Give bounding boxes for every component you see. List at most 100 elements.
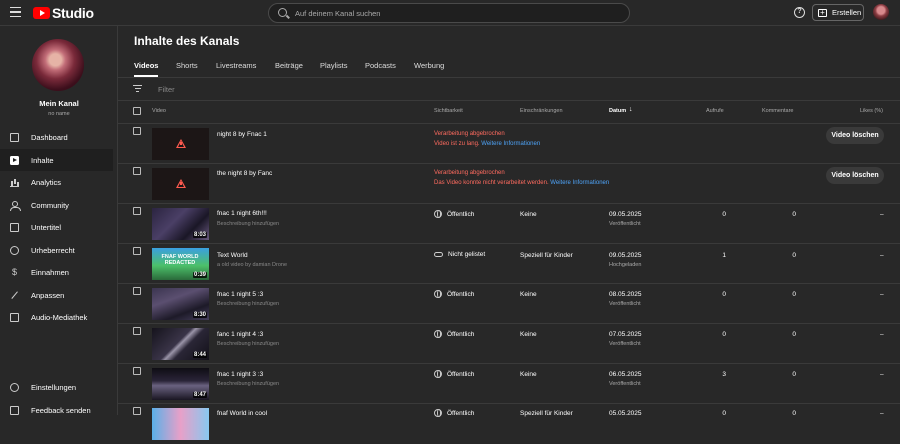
more-info-link[interactable]: Weitere Informationen <box>550 180 609 186</box>
menu-icon[interactable] <box>10 7 21 18</box>
video-title[interactable]: night 8 by Fnac 1 <box>217 131 267 138</box>
tab-podcasts[interactable]: Podcasts <box>365 61 396 70</box>
column-visibility[interactable]: Sichtbarkeit <box>434 108 463 114</box>
visibility-value[interactable]: Öffentlich <box>434 409 474 417</box>
sidebar-item-label: Urheberrecht <box>31 245 75 255</box>
visibility-label: Nicht gelistet <box>448 251 486 258</box>
video-title[interactable]: fnac 1 night 3 :3 <box>217 371 263 378</box>
date-value: 06.05.2025 <box>609 371 642 378</box>
content-icon <box>10 155 19 165</box>
sidebar-item-label: Anpassen <box>31 290 65 300</box>
sidebar-item-label: Community <box>31 200 69 210</box>
more-info-link[interactable]: Weitere Informationen <box>481 141 540 147</box>
column-restrictions[interactable]: Einschränkungen <box>520 108 563 114</box>
column-views[interactable]: Aufrufe <box>706 108 724 114</box>
sidebar-item-einnahmen[interactable]: $ Einnahmen <box>0 261 113 283</box>
video-description[interactable]: a old video by damian Drone <box>217 262 287 268</box>
row-checkbox[interactable] <box>133 287 141 295</box>
table-row[interactable]: fnaf World in cool Öffentlich Speziell f… <box>118 404 900 444</box>
row-checkbox[interactable] <box>133 407 141 415</box>
video-thumbnail[interactable]: 8:03 <box>152 208 209 240</box>
video-description[interactable]: Beschreibung hinzufügen <box>217 381 279 387</box>
search-bar[interactable] <box>268 3 630 23</box>
column-likes[interactable]: Likes (%) <box>860 108 883 114</box>
tab-shorts[interactable]: Shorts <box>176 61 198 70</box>
table-row[interactable]: the night 8 by Fanc Verarbeitung abgebro… <box>118 164 900 204</box>
row-checkbox[interactable] <box>133 247 141 255</box>
video-thumbnail[interactable]: 8:47 <box>152 368 209 400</box>
earn-icon: $ <box>11 266 17 277</box>
column-date[interactable]: Datum <box>609 108 626 114</box>
visibility-value[interactable]: Nicht gelistet <box>434 251 485 258</box>
visibility-value[interactable]: Öffentlich <box>434 210 474 218</box>
restriction-value: Keine <box>520 331 537 338</box>
sidebar-item-audio-mediathek[interactable]: Audio-Mediathek <box>0 306 113 328</box>
row-checkbox[interactable] <box>133 207 141 215</box>
error-text: Das Video konnte nicht verarbeitet werde… <box>434 180 549 186</box>
studio-logo[interactable]: Studio <box>33 5 94 21</box>
video-thumbnail[interactable]: 8:44 <box>152 328 209 360</box>
row-checkbox[interactable] <box>133 127 141 135</box>
video-thumbnail[interactable]: FNAF WORLD REDACTED 0:39 <box>152 248 209 280</box>
create-button[interactable]: + Erstellen <box>812 4 864 21</box>
search-input[interactable] <box>295 7 615 20</box>
tab-werbung[interactable]: Werbung <box>414 61 444 70</box>
table-row[interactable]: 8:44 fanc 1 night 4 :3 Beschreibung hinz… <box>118 324 900 364</box>
video-title[interactable]: the night 8 by Fanc <box>217 170 272 177</box>
video-title[interactable]: fanc 1 night 4 :3 <box>217 331 263 338</box>
row-checkbox[interactable] <box>133 167 141 175</box>
video-description[interactable]: Beschreibung hinzufügen <box>217 301 279 307</box>
sidebar-item-feedback[interactable]: Feedback senden <box>0 399 113 421</box>
visibility-value[interactable]: Öffentlich <box>434 290 474 298</box>
date-status: Veröffentlicht <box>609 221 641 227</box>
table-row[interactable]: night 8 by Fnac 1 Verarbeitung abgebroch… <box>118 124 900 164</box>
tab-videos[interactable]: Videos <box>134 61 158 70</box>
video-description[interactable]: Beschreibung hinzufügen <box>217 221 279 227</box>
help-icon[interactable]: ? <box>794 7 805 18</box>
visibility-label: Öffentlich <box>447 330 475 338</box>
tab-beitraege[interactable]: Beiträge <box>275 61 303 70</box>
table-row[interactable]: FNAF WORLD REDACTED 0:39 Text World a ol… <box>118 244 900 284</box>
delete-video-button[interactable]: Video löschen <box>826 127 884 144</box>
table-row[interactable]: 8:03 fnac 1 night 6th!!! Beschreibung hi… <box>118 204 900 244</box>
video-thumbnail[interactable]: 8:30 <box>152 288 209 320</box>
restriction-value: Keine <box>520 291 537 298</box>
tab-playlists[interactable]: Playlists <box>320 61 348 70</box>
channel-avatar[interactable] <box>32 39 84 91</box>
video-thumbnail[interactable] <box>152 168 209 200</box>
sidebar-item-einstellungen[interactable]: Einstellungen <box>0 376 113 398</box>
column-comments[interactable]: Kommentare <box>762 108 794 114</box>
account-avatar[interactable] <box>873 4 889 20</box>
video-title[interactable]: Text World <box>217 252 248 259</box>
video-title[interactable]: fnaf World in cool <box>217 410 267 417</box>
sidebar-item-community[interactable]: Community <box>0 194 113 216</box>
video-title[interactable]: fnac 1 night 6th!!! <box>217 210 267 217</box>
globe-icon <box>434 370 442 378</box>
tab-livestreams[interactable]: Livestreams <box>216 61 256 70</box>
video-title[interactable]: fnac 1 night 5 :3 <box>217 291 263 298</box>
video-description[interactable]: Beschreibung hinzufügen <box>217 341 279 347</box>
row-checkbox[interactable] <box>133 367 141 375</box>
create-icon: + <box>818 8 827 17</box>
page-title: Inhalte des Kanals <box>134 34 240 48</box>
sort-down-icon[interactable]: ↓ <box>629 106 633 113</box>
visibility-value[interactable]: Öffentlich <box>434 330 474 338</box>
filter-icon[interactable] <box>133 85 142 93</box>
filter-input[interactable]: Filter <box>158 85 175 94</box>
sidebar-item-anpassen[interactable]: Anpassen <box>0 284 113 306</box>
delete-video-button[interactable]: Video löschen <box>826 167 884 184</box>
select-all-checkbox[interactable] <box>133 107 141 115</box>
video-thumbnail[interactable] <box>152 408 209 440</box>
row-checkbox[interactable] <box>133 327 141 335</box>
sidebar-item-urheberrecht[interactable]: Urheberrecht <box>0 239 113 261</box>
comments-value: 0 <box>792 331 796 338</box>
table-row[interactable]: 8:30 fnac 1 night 5 :3 Beschreibung hinz… <box>118 284 900 324</box>
sidebar-item-analytics[interactable]: Analytics <box>0 171 113 193</box>
sidebar-item-label: Untertitel <box>31 222 62 232</box>
table-row[interactable]: 8:47 fnac 1 night 3 :3 Beschreibung hinz… <box>118 364 900 404</box>
video-thumbnail[interactable] <box>152 128 209 160</box>
sidebar-item-untertitel[interactable]: Untertitel <box>0 216 113 238</box>
visibility-value[interactable]: Öffentlich <box>434 370 474 378</box>
sidebar-item-inhalte[interactable]: Inhalte <box>0 149 113 171</box>
sidebar-item-dashboard[interactable]: Dashboard <box>0 126 113 148</box>
